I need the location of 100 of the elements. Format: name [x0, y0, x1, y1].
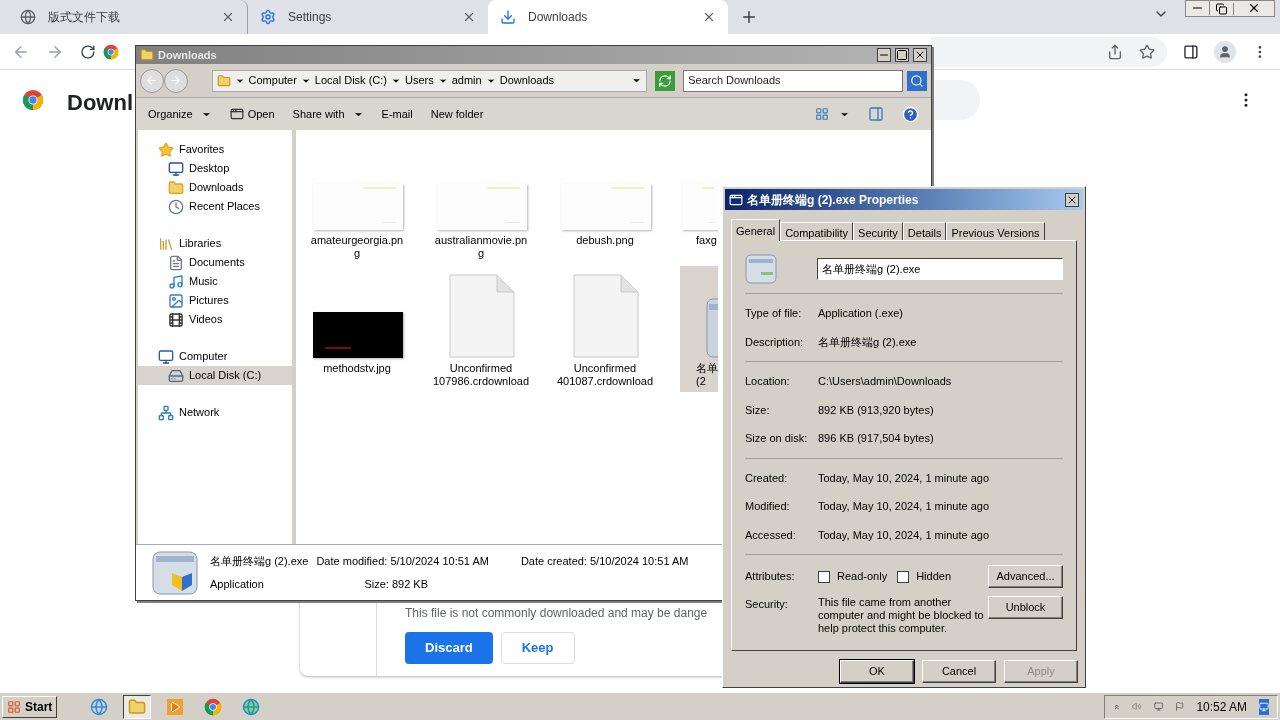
field-value: 892 KB (913,920 bytes) [818, 402, 934, 418]
refresh-icon[interactable] [655, 70, 676, 91]
unblock-button[interactable]: Unblock [988, 596, 1063, 619]
globe-icon [20, 9, 36, 25]
file-icon [573, 274, 639, 358]
nav-item[interactable]: Computer [138, 347, 292, 366]
nav-item[interactable]: Network [138, 403, 292, 422]
file-item[interactable]: faxg [680, 182, 718, 262]
breadcrumb-item[interactable]: Downloads [499, 72, 555, 89]
breadcrumb-item[interactable]: Computer [248, 72, 297, 89]
nav-item[interactable]: Pictures [138, 291, 292, 310]
breadcrumb-item[interactable]: Users [405, 72, 434, 89]
profile-avatar[interactable] [1214, 40, 1237, 63]
back-button[interactable] [140, 68, 164, 93]
breadcrumb-item[interactable]: Local Disk (C:) [314, 72, 387, 89]
file-item[interactable]: Unconfirmed 107986.crdownload [432, 266, 530, 392]
desktop-icon[interactable] [1259, 698, 1269, 715]
help-icon[interactable] [902, 105, 919, 123]
clock-icon [168, 198, 184, 215]
nav-item[interactable]: Desktop [138, 159, 292, 178]
close-icon[interactable] [1065, 192, 1079, 207]
file-item[interactable]: debush.png [556, 182, 654, 262]
dialog-button[interactable]: Cancel [922, 660, 996, 683]
nav-item[interactable]: Libraries [138, 234, 292, 253]
chrome-logo-icon [103, 43, 120, 60]
globe-icon [90, 697, 109, 716]
browser-tab[interactable]: Downloads [488, 0, 728, 34]
side-panel-icon[interactable] [1182, 43, 1199, 60]
keep-button[interactable]: Keep [500, 632, 575, 664]
window-title: Downloads [158, 47, 218, 63]
field-label: Security: [745, 597, 789, 612]
file-name: debush.png [576, 234, 634, 247]
warning-text: This file is not commonly downloaded and may be dange [405, 605, 708, 622]
nav-item[interactable]: Favorites [138, 140, 292, 159]
field-value: 896 KB (917,504 bytes) [818, 431, 934, 446]
nav-item[interactable]: Local Disk (C:) [138, 366, 292, 385]
detail-text: Date created: 5/10/2024 10:51 AM [519, 554, 689, 569]
close-icon[interactable] [702, 10, 716, 24]
nav-item[interactable]: Recent Places [138, 197, 292, 216]
nav-item[interactable]: Videos [138, 310, 292, 329]
preview-pane-icon[interactable] [868, 106, 884, 122]
bookmark-icon[interactable] [1138, 43, 1155, 60]
field-label: Attributes: [745, 569, 796, 585]
folder-icon [140, 48, 154, 62]
nav-item[interactable]: Documents [138, 253, 292, 272]
breadcrumb-item[interactable]: admin [451, 72, 482, 89]
dialog-button[interactable]: OK [840, 660, 914, 683]
detail-text: Date modified: 5/10/2024 10:51 AM [316, 554, 489, 569]
minimize-icon[interactable] [877, 48, 891, 62]
drive-icon [168, 367, 184, 384]
file-name: Unconfirmed 401087.crdownload [557, 362, 653, 388]
field-label: Created: [745, 470, 789, 486]
search-field[interactable]: Search Downloads [683, 69, 904, 92]
toolbar-button[interactable]: New folder [430, 105, 484, 123]
toolbar-button[interactable]: Organize [148, 105, 212, 123]
forward-button[interactable] [163, 68, 188, 93]
settings-icon [260, 9, 276, 25]
file-item[interactable]: amateurgeorgia.pn g [308, 182, 406, 262]
file-name: methodstv.jpg [323, 362, 391, 375]
toolbar-button[interactable]: E-mail [381, 105, 413, 123]
address-field[interactable]: Computer Local Disk (C:) Users admin Downloads [211, 69, 648, 92]
search-field[interactable] [934, 80, 980, 120]
view-icon[interactable] [815, 107, 829, 121]
share-icon[interactable] [1106, 43, 1123, 60]
advanced-button[interactable]: Advanced... [988, 565, 1063, 588]
name-field[interactable]: 名单册终端g (2).exe [817, 258, 1063, 280]
reload-icon[interactable] [79, 43, 96, 60]
toolbar-button[interactable]: Share with [292, 105, 364, 123]
nav-item[interactable]: Music [138, 272, 292, 291]
new-tab-icon[interactable] [740, 8, 758, 26]
file-item[interactable]: 名单 (2 [680, 266, 718, 392]
dialog-tab[interactable]: General [731, 219, 781, 241]
file-name: Unconfirmed 107986.crdownload [433, 362, 529, 388]
network-icon[interactable] [1153, 699, 1164, 714]
toolbar-button[interactable]: Open [229, 105, 275, 123]
close-icon[interactable] [913, 48, 927, 62]
chrome-logo-icon [22, 89, 44, 111]
taskbar-app[interactable] [123, 694, 152, 719]
field-label: Accessed: [745, 527, 797, 543]
attribute-checkbox[interactable]: Hidden [897, 568, 951, 585]
file-item[interactable]: methodstv.jpg [308, 266, 406, 392]
page-heading: Downl [67, 89, 133, 117]
dialog-title: 名单册终端g (2).exe Properties [747, 191, 920, 209]
chrome-icon [204, 697, 223, 716]
start-button[interactable]: Start [2, 695, 58, 718]
app-icon [706, 298, 718, 358]
file-name: 名单 (2 [695, 362, 718, 388]
image-icon [168, 292, 184, 309]
file-item[interactable]: Unconfirmed 401087.crdownload [556, 266, 654, 392]
file-item[interactable]: australianmovie.pn g [432, 182, 530, 262]
discard-button[interactable]: Discard [405, 632, 493, 664]
maximize-icon[interactable] [895, 48, 909, 62]
field-label: Size on disk: [745, 431, 809, 446]
flag-icon[interactable] [1175, 699, 1185, 714]
network-icon [158, 404, 174, 421]
search-icon[interactable] [907, 70, 927, 91]
app-icon [729, 192, 743, 207]
field-value: 名单册终端g (2).exe [818, 334, 917, 350]
attribute-checkbox[interactable]: Read-only [818, 568, 888, 585]
nav-item[interactable]: Downloads [138, 178, 292, 197]
